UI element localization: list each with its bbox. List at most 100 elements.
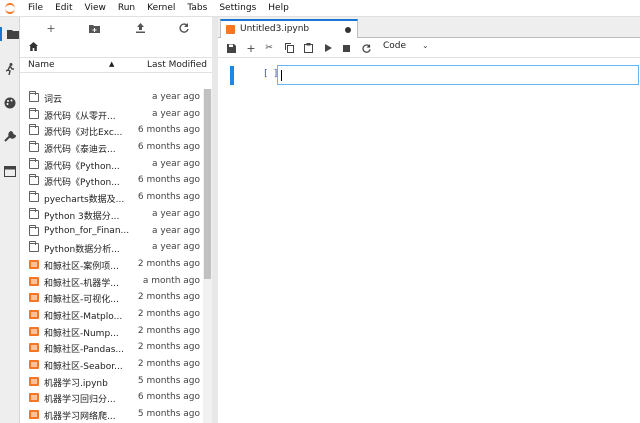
menu-settings[interactable]: Settings	[213, 0, 262, 17]
file-list-item[interactable]: Python 3数据分... a year ago	[20, 207, 206, 224]
file-name: pyecharts数据及...	[44, 195, 125, 206]
file-modified: a year ago	[151, 158, 200, 169]
stop-icon[interactable]	[340, 42, 352, 54]
file-modified: 2 months ago	[137, 258, 200, 269]
folder-icon	[29, 224, 39, 236]
file-name: 词云	[44, 95, 63, 105]
menu-edit[interactable]: Edit	[49, 0, 78, 17]
wrench-icon[interactable]	[3, 130, 17, 144]
file-browser: + Name ▲ Last Modified 词云 a year ago 源代码《从…	[20, 17, 216, 423]
file-list-item[interactable]: Python_for_Finan... a year ago	[20, 224, 206, 241]
file-list-item[interactable]: 和鲸社区-Seabor... 2 months ago	[20, 357, 206, 374]
new-folder-icon[interactable]	[87, 21, 101, 35]
file-list-item[interactable]: pyecharts数据及... 6 months ago	[20, 190, 206, 207]
unsaved-indicator-icon[interactable]	[345, 27, 351, 33]
file-name: 和鲸社区-Matplo...	[44, 311, 123, 322]
file-list-item[interactable]: 机器学习网络爬... 5 months ago	[20, 407, 206, 423]
file-name: Python_for_Finan...	[44, 225, 130, 236]
menu-help[interactable]: Help	[262, 0, 295, 17]
file-modified: 6 months ago	[137, 175, 200, 186]
run-icon[interactable]	[322, 42, 334, 54]
file-list-item[interactable]: 和鲸社区-Matplo... 2 months ago	[20, 307, 206, 324]
file-modified: a year ago	[151, 92, 200, 102]
file-name: 和鲸社区-机器学...	[44, 278, 119, 289]
file-modified: 6 months ago	[137, 125, 200, 136]
notebook-toolbar: + ✂ Code ⌄	[218, 38, 640, 58]
file-modified: a year ago	[151, 225, 200, 236]
column-modified-header[interactable]: Last Modified	[147, 60, 207, 70]
file-modified: a year ago	[151, 108, 200, 119]
scrollbar-thumb[interactable]	[204, 89, 211, 279]
folder-icon	[29, 191, 39, 203]
folder-icon	[29, 141, 39, 153]
notebook-icon	[29, 360, 39, 369]
refresh-icon[interactable]	[177, 21, 191, 35]
tab-untitled3[interactable]: Untitled3.ipynb	[220, 19, 358, 38]
file-list-item[interactable]: 和鲸社区-可视化... 2 months ago	[20, 290, 206, 307]
menu-view[interactable]: View	[79, 0, 112, 17]
jupyter-logo-icon	[0, 0, 22, 17]
file-modified: a year ago	[151, 242, 200, 253]
menu-file[interactable]: File	[22, 0, 49, 17]
menu-run[interactable]: Run	[112, 0, 141, 17]
file-name: 机器学习回归分...	[44, 395, 116, 406]
restart-icon[interactable]	[360, 42, 372, 54]
file-list-item[interactable]: 和鲸社区-机器学... a month ago	[20, 274, 206, 291]
column-name-header[interactable]: Name	[28, 60, 55, 70]
file-browser-toolbar: +	[20, 17, 215, 39]
file-modified: 5 months ago	[137, 409, 200, 420]
tab-label: Untitled3.ipynb	[240, 24, 310, 34]
breadcrumb	[20, 39, 215, 57]
file-list-item[interactable]: Python数据分析... a year ago	[20, 240, 206, 257]
home-icon[interactable]	[29, 42, 38, 54]
activity-bar	[0, 17, 20, 423]
cell-type-select[interactable]: Code	[383, 41, 406, 51]
notebook-icon	[29, 410, 39, 420]
file-list-item[interactable]: 和鲸社区-Nump... 2 months ago	[20, 324, 206, 341]
running-icon[interactable]	[3, 62, 17, 76]
file-name: 机器学习网络爬...	[44, 412, 116, 423]
upload-icon[interactable]	[133, 21, 147, 35]
cut-icon[interactable]: ✂	[263, 42, 275, 54]
notebook-icon	[29, 293, 39, 303]
file-list-item[interactable]: 源代码《Python... 6 months ago	[20, 173, 206, 190]
file-list-item[interactable]: 源代码《泰迪云... 6 months ago	[20, 140, 206, 157]
notebook-icon	[29, 259, 39, 269]
notebook-icon	[226, 25, 235, 34]
file-list-item[interactable]: 源代码《从零开... a year ago	[20, 107, 206, 124]
menu-tabs[interactable]: Tabs	[181, 0, 213, 17]
add-cell-icon[interactable]: +	[245, 42, 257, 55]
save-icon[interactable]	[225, 42, 237, 54]
file-list-item[interactable]: 词云 a year ago	[20, 90, 206, 107]
file-list-item[interactable]: 和鲸社区-案例项... 2 months ago	[20, 257, 206, 274]
chevron-down-icon[interactable]: ⌄	[422, 41, 429, 50]
palette-icon[interactable]	[3, 96, 17, 110]
tabs-icon[interactable]	[3, 164, 17, 178]
menu-kernel[interactable]: Kernel	[141, 0, 181, 17]
code-cell[interactable]: [ ]:	[228, 65, 639, 85]
file-name: 和鲸社区-Pandas...	[44, 345, 124, 356]
file-modified: 2 months ago	[137, 308, 200, 319]
paste-icon[interactable]	[302, 42, 314, 54]
file-modified: 2 months ago	[137, 292, 200, 303]
file-list-item[interactable]: 机器学习回归分... 6 months ago	[20, 390, 206, 407]
notebook-icon	[29, 376, 39, 386]
file-modified: 5 months ago	[137, 375, 200, 386]
notebook-icon	[29, 343, 39, 353]
file-list-item[interactable]: 源代码《Python... a year ago	[20, 157, 206, 174]
folder-icon[interactable]	[0, 27, 20, 41]
cell-input-editor[interactable]	[277, 65, 639, 85]
file-list-item[interactable]: 和鲸社区-Pandas... 2 months ago	[20, 340, 206, 357]
file-list-item[interactable]: 源代码《对比Exc... 6 months ago	[20, 123, 206, 140]
file-list-item[interactable]: 机器学习.ipynb 5 months ago	[20, 374, 206, 391]
new-launcher-icon[interactable]: +	[44, 21, 58, 35]
sort-ascending-icon[interactable]: ▲	[109, 60, 114, 68]
file-list-scrollbar[interactable]	[203, 89, 212, 423]
file-name: 和鲸社区-Seabor...	[44, 362, 123, 372]
file-modified: a month ago	[142, 275, 200, 286]
file-name: 机器学习.ipynb	[44, 378, 108, 389]
copy-icon[interactable]	[283, 42, 295, 54]
file-modified: 2 months ago	[137, 325, 200, 336]
file-modified: 6 months ago	[137, 192, 200, 203]
file-name: 源代码《对比Exc...	[44, 128, 123, 139]
